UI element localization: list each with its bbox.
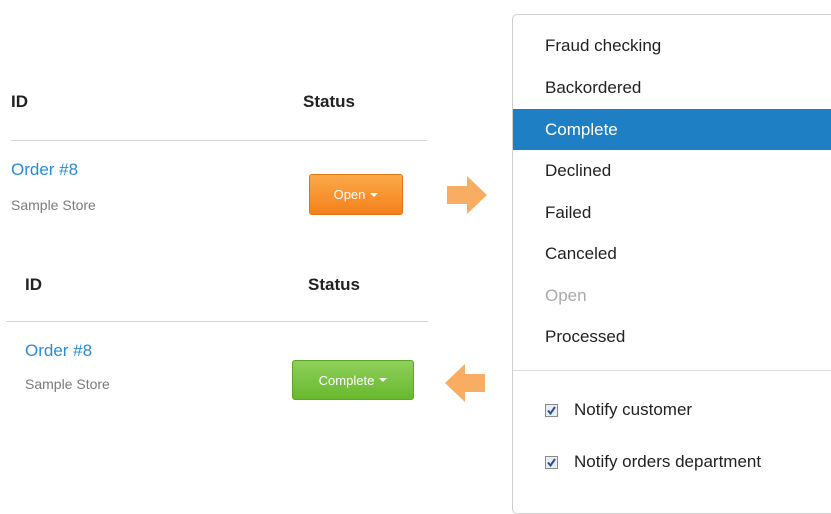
column-header-id: ID	[25, 275, 42, 294]
menu-item-complete[interactable]: Complete	[513, 109, 831, 150]
menu-item-declined[interactable]: Declined	[513, 150, 831, 191]
order-link[interactable]: Order #8	[11, 160, 78, 180]
column-header-id: ID	[11, 92, 28, 111]
menu-item-backordered[interactable]: Backordered	[513, 67, 831, 108]
status-dropdown-menu: Fraud checking Backordered Complete Decl…	[512, 14, 831, 514]
chevron-down-icon	[370, 192, 379, 197]
checkbox-checked-icon[interactable]	[545, 455, 558, 469]
notify-customer-label: Notify customer	[574, 400, 693, 419]
table-divider	[11, 140, 427, 141]
menu-item-processed[interactable]: Processed	[513, 316, 831, 357]
menu-item-open: Open	[545, 285, 587, 305]
column-header-status: Status	[303, 92, 355, 111]
menu-item-failed[interactable]: Failed	[513, 192, 831, 233]
store-name: Sample Store	[11, 197, 96, 213]
store-name: Sample Store	[25, 376, 110, 392]
notify-orders-label: Notify orders department	[574, 452, 762, 471]
notify-customer-option[interactable]: Notify customer	[545, 398, 692, 422]
menu-item-canceled[interactable]: Canceled	[513, 233, 831, 274]
status-dropdown-button[interactable]: Open	[309, 174, 403, 215]
checkbox-checked-icon[interactable]	[545, 403, 558, 417]
status-dropdown-button[interactable]: Complete	[292, 360, 414, 400]
notify-orders-option[interactable]: Notify orders department	[545, 450, 761, 474]
arrow-right-icon	[447, 176, 487, 214]
order-link[interactable]: Order #8	[25, 341, 92, 361]
arrow-left-icon	[445, 364, 485, 402]
table-divider	[6, 321, 428, 322]
column-header-status: Status	[308, 275, 360, 294]
menu-item-fraud-checking[interactable]: Fraud checking	[513, 25, 831, 66]
chevron-down-icon	[379, 378, 388, 382]
menu-divider	[513, 370, 831, 371]
status-button-label: Open	[333, 187, 366, 202]
status-button-label: Complete	[318, 372, 375, 388]
